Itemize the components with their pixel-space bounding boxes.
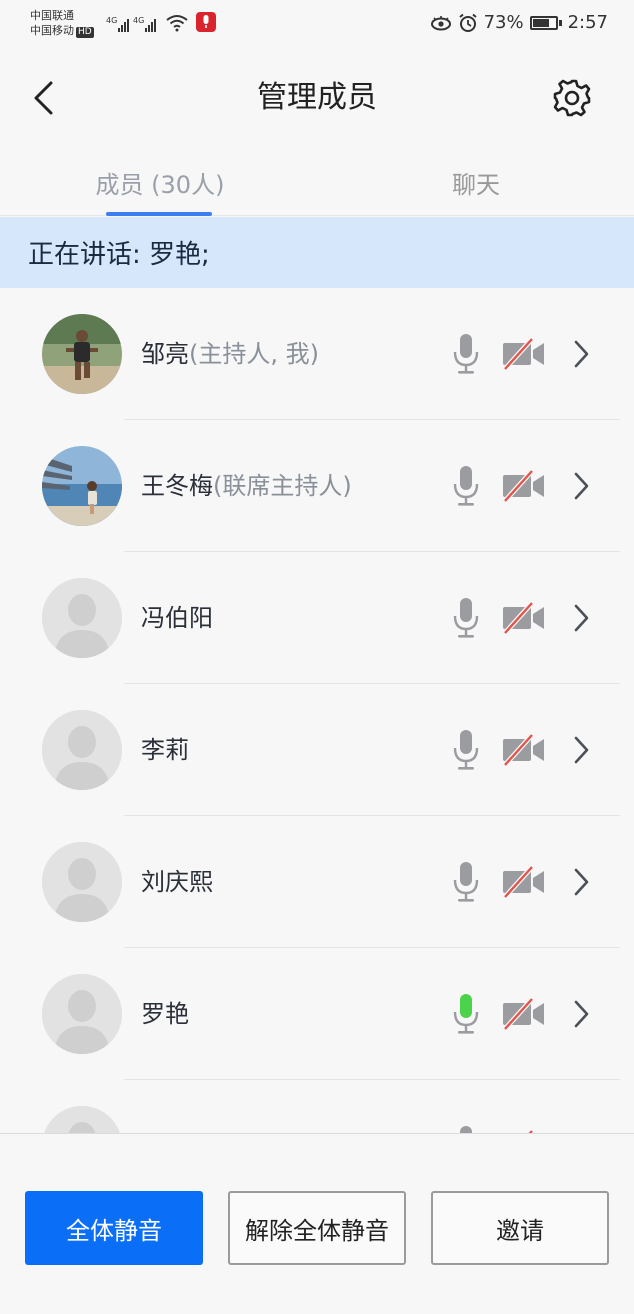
member-row[interactable]: 李莉 [0, 684, 634, 816]
member-name-text: 李莉 [141, 736, 189, 764]
wifi-icon [166, 15, 188, 32]
chevron-right-icon[interactable] [572, 600, 592, 636]
chevron-right-icon[interactable] [572, 864, 592, 900]
microphone-icon[interactable] [452, 596, 480, 640]
signal-icon: 4G [133, 16, 156, 32]
video-off-icon[interactable] [502, 865, 546, 899]
chevron-right-icon[interactable] [572, 732, 592, 768]
member-role: (主持人, 我) [189, 340, 319, 368]
avatar [42, 842, 122, 922]
bottom-action-bar: 全体静音 解除全体静音 邀请 [0, 1133, 634, 1314]
microphone-icon[interactable] [452, 992, 480, 1036]
tab-bar: 成员 (30人) 聊天 [0, 148, 634, 216]
microphone-icon[interactable] [452, 332, 480, 376]
alarm-icon [458, 13, 477, 32]
chevron-right-icon[interactable] [572, 336, 592, 372]
microphone-icon[interactable] [452, 860, 480, 904]
member-row-partial[interactable] [0, 1080, 634, 1133]
invite-button[interactable]: 邀请 [431, 1191, 609, 1265]
member-name: 邹亮(主持人, 我) [141, 336, 319, 372]
carrier-1: 中国联通 [30, 9, 74, 22]
settings-button[interactable] [550, 76, 594, 120]
member-name-text: 罗艳 [141, 1000, 189, 1028]
avatar [42, 710, 122, 790]
member-name: 王冬梅(联席主持人) [141, 468, 352, 504]
hd-badge: HD [76, 27, 94, 38]
member-role: (联席主持人) [213, 472, 352, 500]
avatar [42, 1106, 122, 1133]
microphone-icon[interactable] [452, 728, 480, 772]
page-title: 管理成员 [257, 80, 377, 115]
avatar [42, 314, 122, 394]
signal-icon: 4G [106, 16, 129, 32]
video-off-icon[interactable] [502, 997, 546, 1031]
eye-icon [430, 15, 451, 30]
member-name-text: 邹亮 [141, 340, 189, 368]
member-name-text: 王冬梅 [141, 472, 213, 500]
avatar [42, 446, 122, 526]
member-row[interactable]: 罗艳 [0, 948, 634, 1080]
member-list[interactable]: 邹亮(主持人, 我) 王冬梅(联席主持人) 冯伯阳李莉刘庆熙罗艳 [0, 288, 634, 1133]
microphone-icon[interactable] [452, 464, 480, 508]
signal-indicators: 4G 4G [106, 12, 216, 32]
member-row[interactable]: 邹亮(主持人, 我) [0, 288, 634, 420]
member-name: 罗艳 [141, 996, 189, 1032]
avatar [42, 974, 122, 1054]
status-bar: 中国联通 中国移动 HD 4G 4G 73% 2:57 [0, 0, 634, 48]
member-row[interactable]: 冯伯阳 [0, 552, 634, 684]
carrier-2: 中国移动 [30, 24, 74, 37]
mute-all-button[interactable]: 全体静音 [25, 1191, 203, 1265]
member-row[interactable]: 刘庆熙 [0, 816, 634, 948]
microphone-icon[interactable] [452, 1124, 480, 1133]
member-name-text: 冯伯阳 [141, 604, 213, 632]
member-row[interactable]: 王冬梅(联席主持人) [0, 420, 634, 552]
video-off-icon[interactable] [502, 601, 546, 635]
battery-percent: 73% [483, 12, 524, 33]
status-right: 73% 2:57 [430, 12, 608, 33]
battery-icon [529, 15, 562, 30]
video-off-icon[interactable] [502, 733, 546, 767]
video-off-icon[interactable] [502, 469, 546, 503]
tab-chat[interactable]: 聊天 [376, 148, 576, 216]
chevron-right-icon[interactable] [572, 468, 592, 504]
tab-members[interactable]: 成员 (30人) [60, 148, 260, 216]
chevron-right-icon[interactable] [572, 996, 592, 1032]
avatar [42, 578, 122, 658]
carrier-info: 中国联通 中国移动 HD [30, 8, 94, 38]
member-name: 李莉 [141, 732, 189, 768]
recording-mic-icon [196, 12, 216, 32]
header: 管理成员 [0, 48, 634, 148]
gear-icon [553, 79, 591, 117]
member-name: 刘庆熙 [141, 864, 213, 900]
unmute-all-button[interactable]: 解除全体静音 [228, 1191, 406, 1265]
clock: 2:57 [567, 12, 608, 33]
video-off-icon[interactable] [502, 337, 546, 371]
active-tab-indicator [106, 212, 212, 216]
member-name: 冯伯阳 [141, 600, 213, 636]
speaking-banner: 正在讲话: 罗艳; [0, 217, 634, 288]
member-name-text: 刘庆熙 [141, 868, 213, 896]
